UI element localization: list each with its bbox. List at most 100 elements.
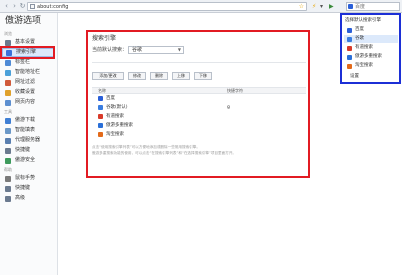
sidebar-item-shortcuts[interactable]: 快捷键 (2, 184, 54, 193)
dropdown-icon[interactable]: ▾ (320, 2, 323, 11)
sidebar-item-label: 傲游下载 (15, 117, 36, 123)
sidebar-item-smart-address-bar[interactable]: 智能地址栏 (2, 68, 54, 77)
settings-icon (5, 39, 11, 46)
sidebar-item-label: 智能填表 (15, 127, 36, 133)
sidebar-item-label: 鼠标手势 (15, 175, 36, 181)
keyboard-icon (5, 147, 11, 154)
chevron-down-icon: ▼ (177, 47, 181, 52)
address-bar[interactable]: about:config ☆ (27, 2, 307, 11)
table-row[interactable]: 有道搜索 (92, 113, 306, 121)
table-row[interactable]: 傲游多重搜索 (92, 122, 306, 130)
sidebar-item-web-content[interactable]: 网页内容 (2, 98, 54, 107)
engine-name: 百度 (106, 96, 115, 101)
sidebar-item-label: 高级 (15, 195, 26, 201)
default-engine-select[interactable]: 谷歌 ▼ (128, 46, 184, 54)
shortcut-icon (5, 185, 11, 192)
go-icon[interactable]: ▶ (329, 2, 334, 11)
taobao-icon (98, 132, 103, 137)
column-header-shortcut: 快捷字符 (227, 88, 243, 93)
table-row[interactable]: 谷歌(默认) g (92, 104, 306, 112)
back-arrow-icon[interactable]: ‹ (3, 3, 10, 10)
search-engine-panel: 搜索引擎 当前默认搜索： 谷歌 ▼ 添加/更改 修改 删除 上移 下移 名称 快… (86, 30, 310, 178)
popup-item-label: 傲游多重搜索 (355, 54, 382, 59)
popup-item-label: 谷歌 (355, 36, 364, 41)
default-engine-label: 当前默认搜索： (92, 47, 128, 53)
move-down-button[interactable]: 下移 (194, 72, 212, 80)
filter-icon (5, 79, 11, 86)
proxy-icon (5, 137, 11, 144)
web-content-icon (5, 99, 11, 106)
popup-item-taobao[interactable]: 淘宝搜索 (344, 62, 398, 70)
popup-item-youdao[interactable]: 有道搜索 (344, 44, 398, 52)
search-engine-icon[interactable] (348, 4, 353, 9)
youdao-icon (98, 114, 103, 119)
edit-button[interactable]: 修改 (128, 72, 146, 80)
table-row[interactable]: 淘宝搜索 (92, 131, 306, 139)
sidebar-item-label: 傲游安全 (15, 157, 36, 163)
delete-button[interactable]: 删除 (150, 72, 168, 80)
sidebar-item-tab-bar[interactable]: 标签栏 (2, 58, 54, 67)
favorites-icon (5, 89, 11, 96)
sidebar-item-download[interactable]: 傲游下载 (2, 116, 54, 125)
taobao-icon (347, 64, 352, 69)
sidebar-item-mouse-gestures[interactable]: 鼠标手势 (2, 174, 54, 183)
page-title: 傲游选项 (5, 16, 42, 26)
tab-icon (5, 59, 11, 66)
baidu-icon (347, 28, 352, 33)
forward-arrow-icon[interactable]: › (11, 3, 18, 10)
table-row[interactable]: 百度 (92, 95, 306, 103)
add-change-button[interactable]: 添加/更改 (92, 72, 124, 80)
browser-toolbar: ‹ › ↻ about:config ☆ ⚡ ▾ ▶ (0, 0, 402, 13)
engine-name: 淘宝搜索 (106, 132, 124, 137)
sidebar-item-favorites[interactable]: 收藏设置 (2, 88, 54, 97)
popup-item-multi-search[interactable]: 傲游多重搜索 (344, 53, 398, 61)
popup-item-label: 有道搜索 (355, 45, 373, 50)
section-label: 工具 (4, 109, 12, 114)
search-box[interactable] (346, 2, 400, 11)
advanced-icon (5, 195, 11, 202)
google-icon (347, 37, 352, 42)
sidebar-item-label: 网址过滤 (15, 79, 36, 85)
security-icon (5, 157, 11, 164)
help-note: 点击“使用搜索引擎列表”可以方便地添加或删除一些常用搜索引擎。 (92, 145, 200, 149)
popup-item-label: 淘宝搜索 (355, 63, 373, 68)
section-label: 浏览 (4, 31, 12, 36)
sidebar-item-form-fill[interactable]: 智能填表 (2, 126, 54, 135)
help-note: 傲游多重搜索功能的使用，可以点击“在搜索引擎列表”和“在选择搜索引擎”项目里面打… (92, 151, 237, 155)
sidebar-item-security[interactable]: 傲游安全 (2, 156, 54, 165)
popup-item-baidu[interactable]: 百度 (344, 26, 398, 34)
youdao-icon (347, 46, 352, 51)
lightning-icon[interactable]: ⚡ (312, 2, 316, 11)
address-url[interactable]: about:config (37, 4, 68, 10)
sidebar-item-label: 代理服务器 (15, 137, 41, 143)
panel-title: 搜索引擎 (92, 35, 117, 42)
engine-name: 有道搜索 (106, 114, 124, 119)
popup-item-google[interactable]: 谷歌 (344, 35, 398, 43)
popup-settings-item[interactable]: 设置 (350, 74, 359, 80)
sidebar-item-proxy[interactable]: 代理服务器 (2, 136, 54, 145)
divider (92, 62, 306, 63)
sidebar-item-label: 收藏设置 (15, 89, 36, 95)
sidebar-item-url-filter[interactable]: 网址过滤 (2, 78, 54, 87)
address-bar-icon (5, 69, 11, 76)
sidebar-item-hotkeys[interactable]: 快捷键 (2, 146, 54, 155)
form-fill-icon (5, 127, 11, 134)
google-icon (98, 105, 103, 110)
baidu-icon (98, 96, 103, 101)
sidebar-item-label: 标签栏 (15, 59, 31, 65)
engine-shortcut: g (227, 105, 230, 110)
reload-icon[interactable]: ↻ (19, 3, 26, 10)
highlight-frame (0, 46, 55, 59)
default-engine-value: 谷歌 (132, 47, 143, 53)
default-engine-popup: 选择默认搜索引擎 百度 谷歌 有道搜索 傲游多重搜索 淘宝搜索 设置 (340, 13, 401, 84)
mouse-gesture-icon (5, 175, 11, 182)
engine-name: 傲游多重搜索 (106, 123, 133, 128)
sidebar-item-advanced[interactable]: 高级 (2, 194, 54, 203)
star-icon[interactable]: ☆ (299, 3, 304, 10)
column-header-name: 名称 (98, 88, 106, 93)
sidebar-item-label: 网页内容 (15, 99, 36, 105)
sidebar-item-label: 智能地址栏 (15, 69, 41, 75)
search-input[interactable] (355, 3, 399, 10)
download-icon (5, 117, 11, 124)
move-up-button[interactable]: 上移 (172, 72, 190, 80)
